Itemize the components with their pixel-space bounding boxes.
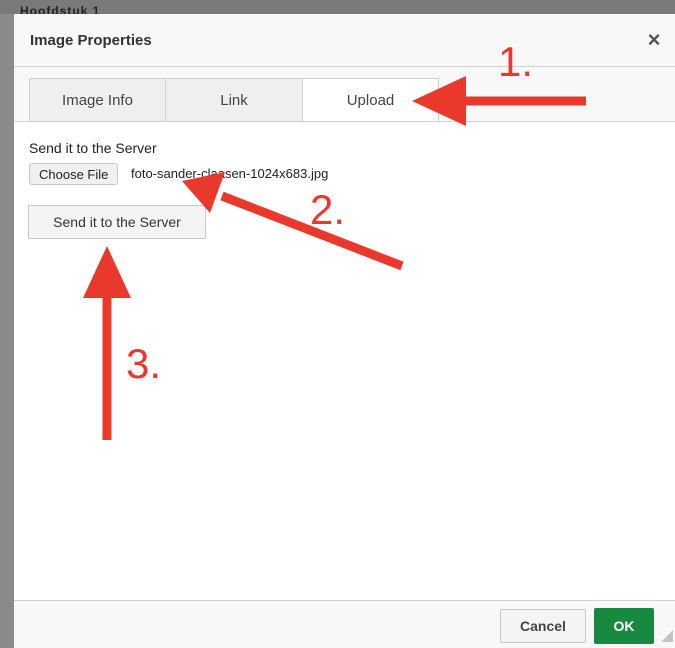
close-icon[interactable]: × <box>642 26 666 54</box>
background-left-edge <box>0 14 14 648</box>
resize-handle-icon[interactable] <box>659 628 673 642</box>
ok-button[interactable]: OK <box>594 608 654 644</box>
tab-divider <box>14 121 675 122</box>
selected-file-name: foto-sander-claasen-1024x683.jpg <box>131 166 329 181</box>
dialog-title: Image Properties <box>30 32 152 49</box>
cancel-button[interactable]: Cancel <box>500 609 586 643</box>
send-to-server-button[interactable]: Send it to the Server <box>28 205 206 239</box>
tab-image-info[interactable]: Image Info <box>29 78 166 122</box>
step-2-label: 2. <box>310 186 346 233</box>
upload-label: Send it to the Server <box>29 140 157 156</box>
tab-link[interactable]: Link <box>165 78 303 122</box>
step-1-label: 1. <box>498 38 534 85</box>
step-3-label: 3. <box>126 340 162 387</box>
choose-file-button[interactable]: Choose File <box>29 163 119 185</box>
image-properties-dialog: Image Properties × Image Info Link Uploa… <box>14 14 675 648</box>
background-page-strip: Hoofdstuk 1 <box>0 0 675 18</box>
dialog-titlebar: Image Properties × <box>14 14 675 67</box>
tab-upload[interactable]: Upload <box>302 78 439 123</box>
